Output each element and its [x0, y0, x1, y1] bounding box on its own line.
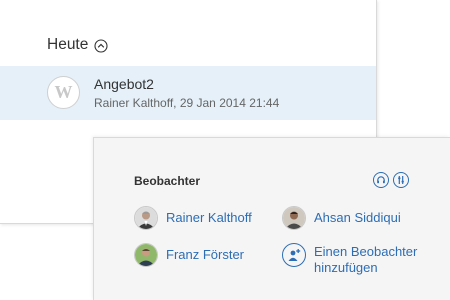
observers-heading: Beobachter: [134, 174, 201, 188]
observer-link[interactable]: Rainer Kalthoff: [166, 210, 252, 226]
document-avatar: W: [47, 76, 80, 109]
observer-item: Ahsan Siddiqui: [282, 206, 401, 230]
activity-meta: Rainer Kalthoff, 29 Jan 2014 21:44: [94, 96, 280, 110]
settings-icon[interactable]: [393, 172, 409, 188]
observers-card: Beobachter Rainer Kalthoff Ahsan Siddiqu…: [93, 137, 450, 300]
observer-item: Rainer Kalthoff: [134, 206, 252, 230]
person-photo-icon: [282, 206, 306, 230]
add-observer[interactable]: Einen Beobachter hinzufügen: [282, 243, 434, 276]
person-photo-icon: [134, 206, 158, 230]
headset-icon[interactable]: [373, 172, 389, 188]
card-tools: [373, 172, 409, 188]
add-observer-link[interactable]: Einen Beobachter hinzufügen: [314, 244, 434, 276]
person-photo-icon: [134, 243, 158, 267]
observer-link[interactable]: Franz Förster: [166, 247, 244, 263]
section-title: Heute: [47, 36, 89, 53]
observer-item: Franz Förster: [134, 243, 244, 267]
add-person-icon[interactable]: [282, 243, 306, 267]
activity-item[interactable]: W Angebot2 Rainer Kalthoff, 29 Jan 2014 …: [0, 66, 376, 120]
activity-title[interactable]: Angebot2: [94, 76, 154, 92]
collapse-icon[interactable]: [94, 38, 108, 53]
observer-link[interactable]: Ahsan Siddiqui: [314, 210, 401, 226]
screen: Heute W Angebot2 Rainer Kalthoff, 29 Jan…: [0, 0, 450, 300]
section-header-today[interactable]: Heute: [47, 36, 108, 54]
